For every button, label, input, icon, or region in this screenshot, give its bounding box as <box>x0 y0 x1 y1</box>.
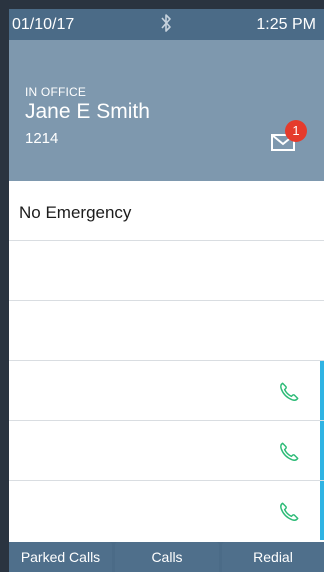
line-active-indicator <box>320 481 324 540</box>
status-date: 01/10/17 <box>12 16 75 33</box>
status-bar: 01/10/17 1:25 PM <box>9 9 324 40</box>
presence-status: IN OFFICE <box>25 85 87 99</box>
redial-softkey[interactable]: Redial <box>222 542 324 572</box>
bluetooth-icon <box>161 14 171 32</box>
user-extension: 1214 <box>25 130 59 147</box>
phone-screen: 01/10/17 1:25 PM IN OFFICE Jane E Smith … <box>9 9 324 572</box>
calls-softkey[interactable]: Calls <box>115 542 219 572</box>
line-key-5[interactable] <box>9 421 324 481</box>
user-name: Jane E Smith <box>25 100 150 123</box>
user-header: IN OFFICE Jane E Smith 1214 1 <box>9 40 324 181</box>
line-key-3[interactable] <box>9 301 324 361</box>
line-key-4[interactable] <box>9 361 324 421</box>
line-key-2[interactable] <box>9 241 324 301</box>
line-active-indicator <box>320 361 324 420</box>
line-key-6[interactable] <box>9 481 324 540</box>
softkey-bar: Parked Calls Calls Redial <box>9 542 324 572</box>
line-active-indicator <box>320 421 324 480</box>
status-time: 1:25 PM <box>256 16 316 33</box>
line-key-1[interactable]: No Emergency <box>9 181 324 241</box>
parked-calls-softkey[interactable]: Parked Calls <box>9 542 112 572</box>
line-label: No Emergency <box>19 203 132 222</box>
voicemail-count-badge: 1 <box>285 120 307 142</box>
line-list: No Emergency <box>9 181 324 540</box>
phone-icon <box>280 502 299 521</box>
phone-icon <box>280 442 299 461</box>
phone-icon <box>280 382 299 401</box>
